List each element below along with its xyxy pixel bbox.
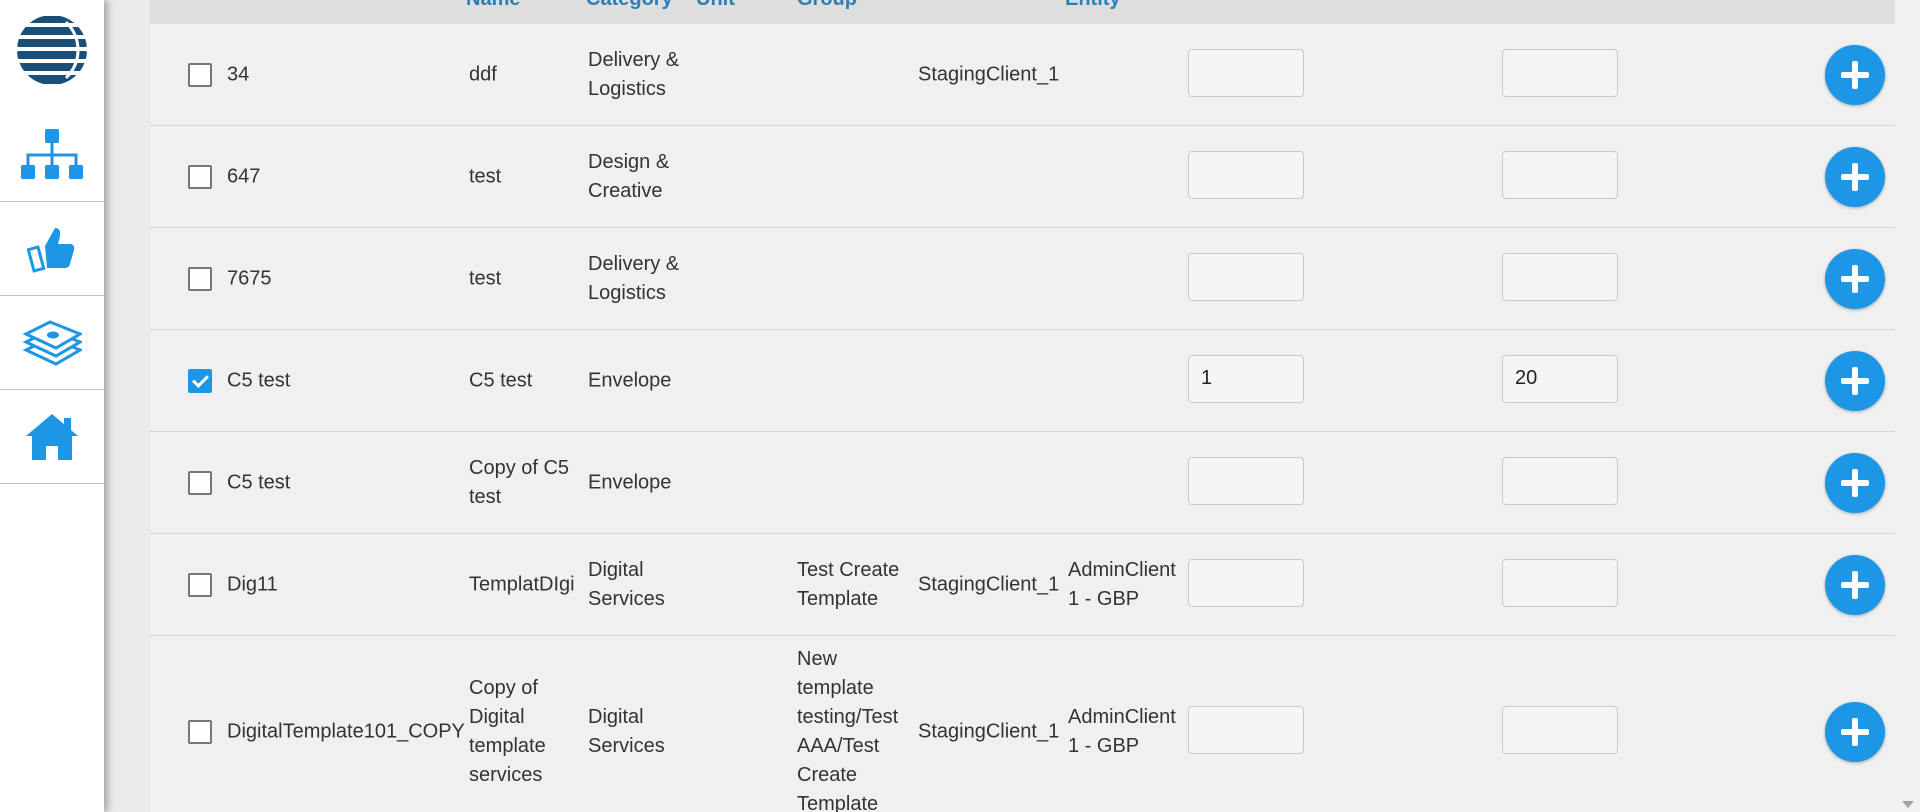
row-name: TemplatDIgi <box>469 573 575 595</box>
row-name: ddf <box>469 63 497 85</box>
hierarchy-icon <box>21 128 83 179</box>
row-checkbox[interactable] <box>188 266 212 291</box>
thumbs-up-icon <box>27 227 75 273</box>
row-category: Design & Creative <box>588 150 670 202</box>
quantity-input[interactable] <box>1188 706 1304 754</box>
sidebar-item-finance[interactable] <box>0 296 104 390</box>
row-client: StagingClient_1 <box>918 573 1060 595</box>
table-row: Dig11 TemplatDIgi Digital Services Test … <box>150 534 1895 636</box>
column-header-category[interactable]: Category <box>586 0 673 11</box>
table-row: 647 test Design & Creative <box>150 126 1895 228</box>
column-header-unit[interactable]: Unit <box>696 0 735 11</box>
row-name: C5 test <box>469 369 533 391</box>
row-category: Envelope <box>588 471 672 493</box>
add-button[interactable] <box>1825 146 1885 207</box>
add-button[interactable] <box>1825 350 1885 411</box>
price-input[interactable] <box>1502 706 1618 754</box>
column-header-group[interactable]: Group <box>797 0 857 11</box>
money-stack-icon <box>22 319 82 366</box>
row-name: test <box>469 267 502 289</box>
row-group: Test Create Template <box>797 558 900 610</box>
table-row: 7675 test Delivery & Logistics <box>150 228 1895 330</box>
row-name: Copy of C5 test <box>469 456 570 508</box>
table-row: DigitalTemplate101_COPY Copy of Digital … <box>150 636 1895 812</box>
main-content: Name Category Unit Group Entity 34 ddf D… <box>150 0 1895 812</box>
row-checkbox-checked[interactable] <box>188 368 212 393</box>
add-button[interactable] <box>1825 248 1885 309</box>
row-name: Copy of Digital template services <box>469 677 546 786</box>
row-code: Dig11 <box>227 573 278 595</box>
table-row: C5 test Copy of C5 test Envelope <box>150 432 1895 534</box>
add-button[interactable] <box>1825 554 1885 615</box>
sidebar-item-hierarchy[interactable] <box>0 108 104 202</box>
add-button[interactable] <box>1825 44 1885 105</box>
row-entity: AdminClient 1 - GBP <box>1068 558 1176 610</box>
row-checkbox[interactable] <box>188 572 212 597</box>
table-row: C5 test C5 test Envelope <box>150 330 1895 432</box>
price-input[interactable] <box>1502 252 1618 301</box>
home-icon <box>26 413 78 460</box>
vertical-scrollbar[interactable] <box>1895 0 1920 812</box>
row-client: StagingClient_1 <box>918 720 1060 743</box>
price-input[interactable] <box>1502 150 1618 199</box>
quantity-input[interactable] <box>1188 252 1304 301</box>
add-button[interactable] <box>1825 702 1885 762</box>
table-header: Name Category Unit Group Entity <box>150 0 1895 25</box>
row-code: 647 <box>227 165 261 187</box>
quantity-input[interactable] <box>1188 354 1304 403</box>
column-header-name[interactable]: Name <box>466 0 520 11</box>
row-checkbox[interactable] <box>188 720 212 744</box>
sidebar-item-home[interactable] <box>0 390 104 484</box>
row-category: Delivery & Logistics <box>588 48 680 100</box>
row-category: Digital Services <box>588 706 665 757</box>
row-code: DigitalTemplate101_COPY <box>227 720 465 743</box>
quantity-input[interactable] <box>1188 558 1304 607</box>
row-checkbox[interactable] <box>188 470 212 495</box>
row-name: test <box>469 165 502 187</box>
row-checkbox[interactable] <box>188 62 212 87</box>
row-category: Delivery & Logistics <box>588 252 680 304</box>
row-code: 34 <box>227 63 250 85</box>
globe-logo-icon[interactable] <box>16 14 88 86</box>
quantity-input[interactable] <box>1188 150 1304 199</box>
row-code: C5 test <box>227 471 291 493</box>
price-input[interactable] <box>1502 558 1618 607</box>
price-input[interactable] <box>1502 456 1618 505</box>
row-code: C5 test <box>227 369 291 391</box>
row-checkbox[interactable] <box>188 164 212 189</box>
row-category: Digital Services <box>588 558 665 610</box>
price-input[interactable] <box>1502 354 1618 403</box>
row-group: New template testing/Test AAA/Test Creat… <box>797 648 899 812</box>
quantity-input[interactable] <box>1188 456 1304 505</box>
row-code: 7675 <box>227 267 272 289</box>
quantity-input[interactable] <box>1188 48 1304 97</box>
table-row: 34 ddf Delivery & Logistics StagingClien… <box>150 24 1895 126</box>
row-entity: AdminClient 1 - GBP <box>1068 706 1176 757</box>
sidebar <box>0 0 104 812</box>
row-category: Envelope <box>588 369 672 391</box>
row-client: StagingClient_1 <box>918 63 1060 85</box>
scroll-down-arrow-icon[interactable] <box>1902 801 1914 808</box>
column-header-entity[interactable]: Entity <box>1065 0 1121 11</box>
sidebar-item-approvals[interactable] <box>0 202 104 296</box>
add-button[interactable] <box>1825 452 1885 513</box>
price-input[interactable] <box>1502 48 1618 97</box>
